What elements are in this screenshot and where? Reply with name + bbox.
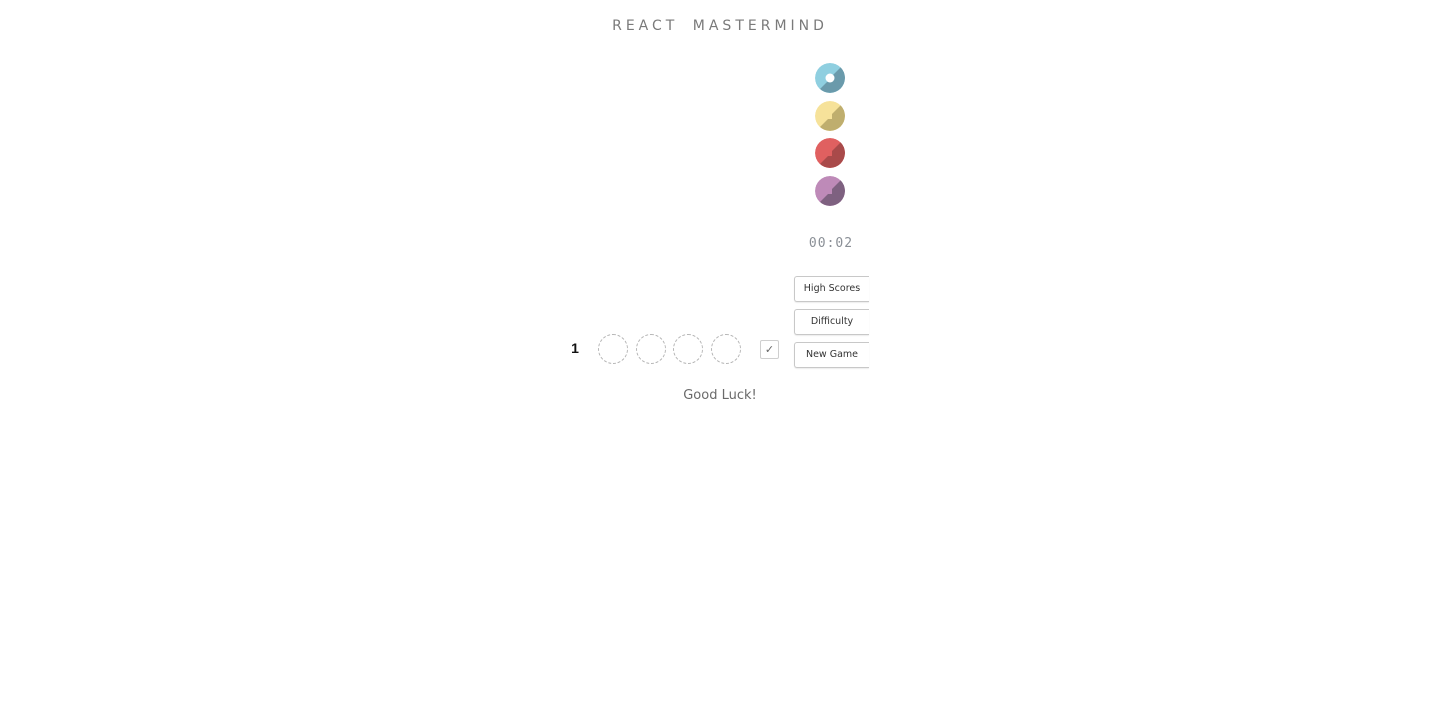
- color-peg-red[interactable]: [815, 138, 845, 168]
- page-title: REACT MASTERMIND: [612, 18, 828, 34]
- mastermind-app: REACT MASTERMIND 00:02 High Scores Diffi…: [0, 0, 1440, 703]
- submit-guess-button[interactable]: ✓: [760, 340, 779, 359]
- guess-hole-4[interactable]: [711, 334, 741, 364]
- color-palette: [815, 63, 847, 213]
- color-peg-blue[interactable]: [815, 63, 845, 93]
- guess-hole-2[interactable]: [636, 334, 666, 364]
- new-game-button[interactable]: New Game: [794, 342, 869, 368]
- guess-hole-3[interactable]: [673, 334, 703, 364]
- status-message: Good Luck!: [683, 388, 757, 403]
- difficulty-button[interactable]: Difficulty: [794, 309, 869, 335]
- game-timer: 00:02: [808, 236, 854, 251]
- color-peg-purple[interactable]: [815, 175, 845, 206]
- selected-indicator: [825, 73, 835, 83]
- high-scores-button[interactable]: High Scores: [794, 276, 869, 302]
- guess-hole-1[interactable]: [598, 334, 628, 364]
- color-peg-yellow[interactable]: [815, 100, 845, 131]
- row-number: 1: [571, 340, 579, 356]
